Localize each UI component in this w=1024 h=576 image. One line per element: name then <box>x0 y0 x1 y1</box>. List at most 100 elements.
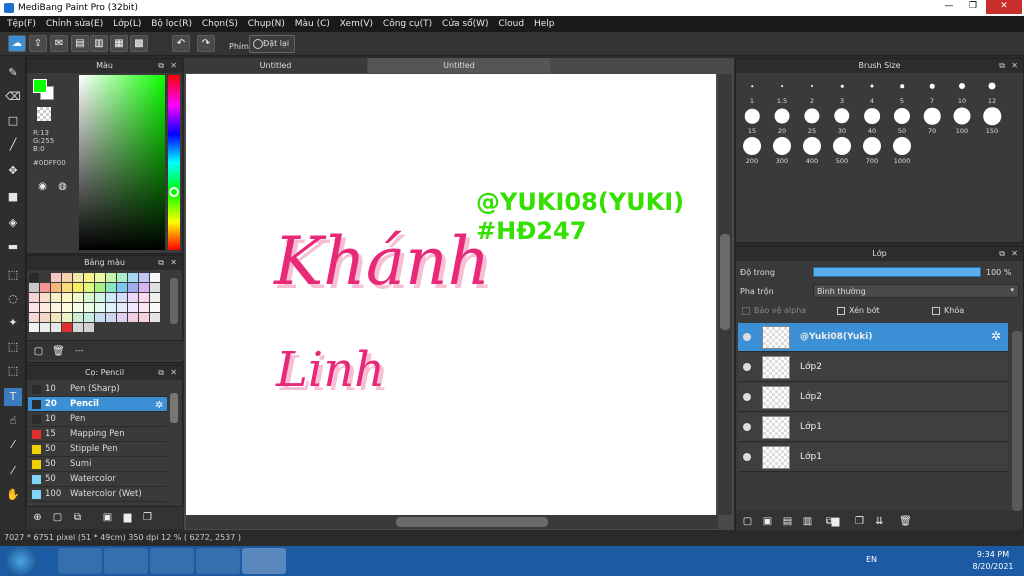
brush-size-option[interactable]: 700 <box>858 135 886 165</box>
brush-size-option[interactable]: 1 <box>738 75 766 105</box>
duplicate-icon[interactable]: ⧉ <box>70 510 85 525</box>
palette-swatch[interactable] <box>139 303 149 312</box>
new-8bit-layer-icon[interactable]: ▥ <box>800 514 815 529</box>
bucket-tool-icon[interactable]: ◈ <box>4 214 22 232</box>
new-page-icon[interactable]: ▢ <box>31 344 46 359</box>
palette-swatch[interactable] <box>73 323 83 332</box>
palette-swatch[interactable] <box>128 313 138 322</box>
menu-color[interactable]: Màu (C) <box>295 19 330 29</box>
comment-icon[interactable]: ✉ <box>50 35 68 52</box>
scrollbar[interactable] <box>1012 331 1022 511</box>
expand-icon[interactable]: ⧉ <box>999 59 1005 73</box>
expand-icon[interactable]: ⧉ <box>158 256 164 270</box>
start-button[interactable] <box>6 547 36 575</box>
lock-checkbox[interactable] <box>932 307 940 315</box>
palette-swatch[interactable] <box>150 303 160 312</box>
expand-icon[interactable]: ⧉ <box>158 366 164 380</box>
brush-size-option[interactable]: 15 <box>738 105 766 135</box>
menu-file[interactable]: Tệp(F) <box>7 19 36 29</box>
gear-icon[interactable]: ✲ <box>155 400 163 411</box>
palette-swatch[interactable] <box>95 313 105 322</box>
palette-swatch[interactable] <box>128 293 138 302</box>
palette-swatch[interactable] <box>128 303 138 312</box>
layer-row[interactable]: Lớp2 <box>738 383 1008 412</box>
palette-swatch[interactable] <box>40 303 50 312</box>
brush-size-option[interactable]: 1000 <box>888 135 916 165</box>
hue-slider[interactable] <box>168 75 180 250</box>
scrollbar[interactable] <box>170 278 178 324</box>
new-halftone-layer-icon[interactable]: ▣ <box>760 514 775 529</box>
brush-size-option[interactable]: 400 <box>798 135 826 165</box>
transparent-swatch[interactable] <box>37 107 51 121</box>
palette-swatch[interactable] <box>95 303 105 312</box>
palette-swatch[interactable] <box>150 313 160 322</box>
lasso-tool-icon[interactable]: ◌ <box>4 290 22 308</box>
palette-swatch[interactable] <box>84 273 94 282</box>
brush-tool-icon[interactable]: ✎ <box>4 64 22 82</box>
palette-swatch[interactable] <box>51 303 61 312</box>
palette-swatch[interactable] <box>73 313 83 322</box>
palette-swatch[interactable] <box>84 323 94 332</box>
layer-row[interactable]: Lớp1 <box>738 443 1008 472</box>
brush-size-option[interactable]: 25 <box>798 105 826 135</box>
layer-row[interactable]: Lớp2 <box>738 353 1008 382</box>
menu-tools[interactable]: Công cụ(T) <box>383 19 432 29</box>
palette-swatch[interactable] <box>73 283 83 292</box>
palette-swatch[interactable] <box>62 283 72 292</box>
brush-size-option[interactable]: 12 <box>978 75 1006 105</box>
palette-swatch[interactable] <box>40 293 50 302</box>
brush-size-option[interactable]: 10 <box>948 75 976 105</box>
brush-item[interactable]: 50 Watercolor <box>28 472 167 487</box>
visibility-eye-icon[interactable] <box>743 363 751 371</box>
duplicate-layer-icon[interactable]: ❐ <box>852 514 867 529</box>
document-icon[interactable]: ▥ <box>90 35 108 52</box>
palette-swatch[interactable] <box>29 313 39 322</box>
brush-size-option[interactable]: 100 <box>948 105 976 135</box>
menu-select[interactable]: Chọn(S) <box>202 19 238 29</box>
palette-swatch[interactable] <box>117 303 127 312</box>
share-icon[interactable]: ⇪ <box>29 35 47 52</box>
scrollbar[interactable] <box>170 393 178 423</box>
trash-icon[interactable]: 🗑 <box>898 514 913 529</box>
close-icon[interactable]: ✕ <box>170 256 177 270</box>
undo-icon[interactable]: ↶ <box>172 35 190 52</box>
document-tab[interactable]: Untitled <box>184 58 367 73</box>
brush-item[interactable]: 20 Pencil <box>28 397 167 412</box>
page-icon[interactable]: ▤ <box>71 35 89 52</box>
palette-swatch[interactable] <box>40 283 50 292</box>
copy-icon[interactable]: ▣ <box>100 510 115 525</box>
palette-swatch[interactable] <box>95 273 105 282</box>
brush-size-option[interactable]: 2 <box>798 75 826 105</box>
close-icon[interactable]: ✕ <box>170 366 177 380</box>
palette-swatch[interactable] <box>128 273 138 282</box>
palette-swatch[interactable] <box>117 313 127 322</box>
visibility-eye-icon[interactable] <box>743 453 751 461</box>
palette-swatch[interactable] <box>62 293 72 302</box>
palette-swatch[interactable] <box>62 273 72 282</box>
brush-size-option[interactable]: 300 <box>768 135 796 165</box>
color-settings-icon[interactable]: ◍ <box>55 179 70 194</box>
palette-swatch[interactable] <box>51 273 61 282</box>
menu-layer[interactable]: Lớp(L) <box>113 19 141 29</box>
expand-icon[interactable]: ⧉ <box>999 247 1005 261</box>
palette-swatch[interactable] <box>29 293 39 302</box>
palette-swatch[interactable] <box>73 273 83 282</box>
palette-swatch[interactable] <box>84 283 94 292</box>
palette-swatch[interactable] <box>51 293 61 302</box>
brush-size-option[interactable]: 30 <box>828 105 856 135</box>
menu-capture[interactable]: Chụp(N) <box>248 19 285 29</box>
select-eraser-icon[interactable]: ⬚ <box>4 362 22 380</box>
brush-size-option[interactable]: 1.5 <box>768 75 796 105</box>
opacity-slider[interactable] <box>813 267 981 277</box>
expand-icon[interactable]: ⧉ <box>158 59 164 73</box>
palette-swatch[interactable] <box>40 323 50 332</box>
palette-swatch[interactable] <box>73 293 83 302</box>
palette-swatch[interactable] <box>29 273 39 282</box>
line-tool-icon[interactable]: ╱ <box>4 136 22 154</box>
palette-swatch[interactable] <box>106 293 116 302</box>
brush-size-option[interactable]: 500 <box>828 135 856 165</box>
brush-item[interactable]: 10 Pen <box>28 412 167 427</box>
palette-swatch[interactable] <box>128 283 138 292</box>
palette-swatch[interactable] <box>29 323 39 332</box>
visibility-eye-icon[interactable] <box>743 423 751 431</box>
